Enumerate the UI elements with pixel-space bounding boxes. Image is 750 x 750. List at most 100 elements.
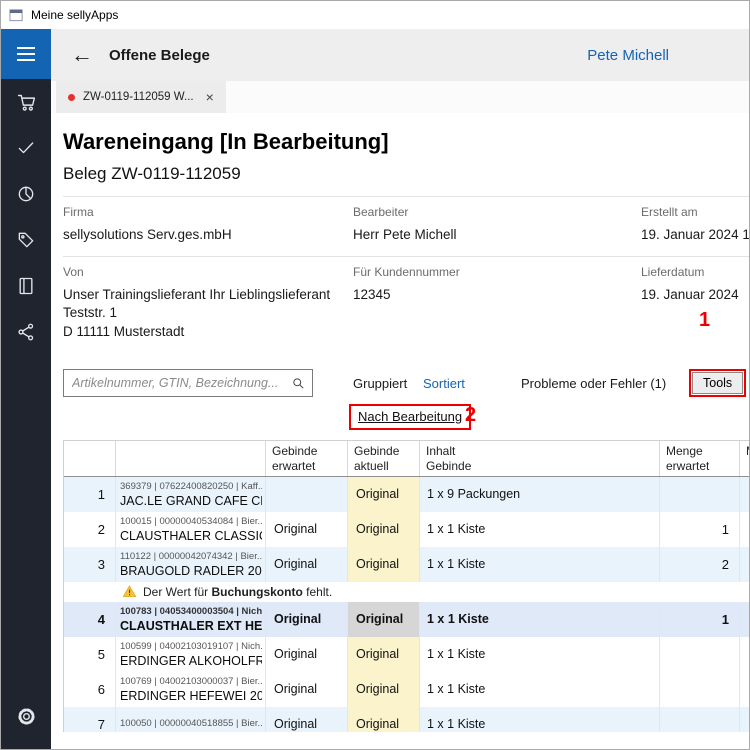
inhalt-cell: 1 x 1 Kiste — [420, 512, 660, 547]
annotation-step-2: 2 — [465, 404, 476, 427]
page-title: Offene Belege — [109, 47, 210, 64]
sidebar-item-reports[interactable] — [1, 171, 51, 217]
gebinde-aktuell-cell[interactable]: Original — [348, 637, 420, 672]
col-header-gebinde-erwartet[interactable]: Gebinde erwartet — [266, 441, 348, 476]
field-kundennummer: Für Kundennummer 12345 — [353, 265, 641, 341]
warning-text: Der Wert für Buchungskonto fehlt. — [143, 585, 332, 599]
article-cell: 100015 | 00000040534084 | Bier... CLAUST… — [116, 512, 266, 547]
menge-erwartet-cell — [660, 672, 740, 707]
hamburger-button[interactable] — [1, 29, 51, 79]
sidebar-item-tasks[interactable] — [1, 125, 51, 171]
gebinde-erwartet-cell: Original — [266, 672, 348, 707]
sidebar — [1, 29, 51, 750]
tab-close-button[interactable]: × — [206, 89, 214, 105]
article-meta: 100783 | 04053400003504 | Nich... — [120, 606, 262, 617]
menge-erwartet-cell — [660, 707, 740, 732]
menge-aktuell-cell — [740, 637, 749, 672]
field-von: Von Unser Trainingslieferant Ihr Lieblin… — [63, 265, 353, 341]
field-label: Lieferdatum — [641, 265, 749, 279]
menge-erwartet-cell — [660, 477, 740, 512]
user-link[interactable]: Pete Michell — [587, 47, 669, 64]
app-window: Meine sellyApps — [0, 0, 750, 750]
inhalt-cell: 1 x 1 Kiste — [420, 637, 660, 672]
table-row[interactable]: 6 100769 | 04002103000037 | Bier... ERDI… — [64, 672, 749, 707]
hamburger-icon — [17, 43, 35, 65]
table-header: Gebinde erwartet Gebinde aktuell Inhalt … — [64, 441, 749, 477]
article-name: BRAUGOLD RADLER 20X... — [120, 564, 262, 578]
menge-erwartet-cell — [660, 637, 740, 672]
field-value: sellysolutions Serv.ges.mbH — [63, 226, 353, 244]
gebinde-erwartet-cell — [266, 477, 348, 512]
sort-mode-link[interactable]: Nach Bearbeitung — [358, 409, 462, 424]
col-header-menge-erwartet[interactable]: Menge erwartet — [660, 441, 740, 476]
group-toggle[interactable]: Gruppiert — [353, 376, 407, 391]
menge-aktuell-cell — [740, 602, 749, 637]
sort-toggle[interactable]: Sortiert — [423, 376, 465, 391]
toolbar: Gruppiert Sortiert Probleme oder Fehler … — [63, 369, 749, 399]
sidebar-item-shopping[interactable] — [1, 79, 51, 125]
field-label: Von — [63, 265, 353, 279]
article-name: ERDINGER HEFEWEI 20X... — [120, 689, 262, 703]
article-name: CLAUSTHALER CLASSIC2... — [120, 529, 262, 543]
document-tab[interactable]: ZW-0119-112059 W... × — [56, 81, 226, 113]
article-cell: 100783 | 04053400003504 | Nich... CLAUST… — [116, 602, 266, 637]
gebinde-aktuell-cell[interactable]: Original — [348, 547, 420, 582]
field-bearbeiter: Bearbeiter Herr Pete Michell — [353, 205, 641, 244]
info-row-1: Firma sellysolutions Serv.ges.mbH Bearbe… — [63, 196, 749, 256]
field-value: 19. Januar 2024 11:2 — [641, 226, 749, 244]
window-title: Meine sellyApps — [31, 8, 118, 22]
sidebar-item-share[interactable] — [1, 309, 51, 355]
article-name: JAC.LE GRAND CAFE CRE... — [120, 494, 262, 508]
col-header-article — [116, 441, 266, 476]
gebinde-aktuell-cell[interactable]: Original — [348, 602, 420, 637]
pie-chart-icon — [16, 184, 36, 204]
warning-icon — [122, 584, 137, 599]
article-meta: 100769 | 04002103000037 | Bier... — [120, 676, 262, 687]
article-meta: 110122 | 00000042074342 | Bier... — [120, 551, 262, 562]
table-row[interactable]: 7 100050 | 00000040518855 | Bier... Orig… — [64, 707, 749, 732]
inhalt-cell: 1 x 9 Packungen — [420, 477, 660, 512]
table-row[interactable]: 5 100599 | 04002103019107 | Nich... ERDI… — [64, 637, 749, 672]
col-header-menge-aktuell[interactable]: M — [740, 441, 749, 476]
close-icon: × — [206, 89, 214, 105]
col-header-gebinde-aktuell[interactable]: Gebinde aktuell — [348, 441, 420, 476]
gebinde-aktuell-cell[interactable]: Original — [348, 672, 420, 707]
problems-filter[interactable]: Probleme oder Fehler (1) — [521, 376, 666, 391]
inhalt-cell: 1 x 1 Kiste — [420, 547, 660, 582]
row-number: 5 — [64, 637, 116, 672]
back-icon: ← — [71, 42, 93, 67]
back-button[interactable]: ← — [71, 44, 93, 66]
field-label: Für Kundennummer — [353, 265, 641, 279]
article-cell: 369379 | 07622400820250 | Kaff... JAC.LE… — [116, 477, 266, 512]
tools-button[interactable]: Tools — [692, 372, 743, 394]
field-value: Herr Pete Michell — [353, 226, 641, 244]
field-lieferdatum: Lieferdatum 19. Januar 2024 — [641, 265, 749, 341]
app-icon — [9, 8, 24, 23]
col-header-number — [64, 441, 116, 476]
article-cell: 100769 | 04002103000037 | Bier... ERDING… — [116, 672, 266, 707]
article-meta: 100015 | 00000040534084 | Bier... — [120, 516, 262, 527]
tab-strip: ZW-0119-112059 W... × — [51, 81, 749, 113]
field-value-line: D 11111 Musterstadt — [63, 323, 353, 341]
table-row[interactable]: 3 110122 | 00000042074342 | Bier... BRAU… — [64, 547, 749, 582]
table-row[interactable]: 2 100015 | 00000040534084 | Bier... CLAU… — [64, 512, 749, 547]
table-row-selected[interactable]: 4 100783 | 04053400003504 | Nich... CLAU… — [64, 602, 749, 637]
col-header-inhalt-gebinde[interactable]: Inhalt Gebinde — [420, 441, 660, 476]
table-row[interactable]: 1 369379 | 07622400820250 | Kaff... JAC.… — [64, 477, 749, 512]
gebinde-aktuell-cell[interactable]: Original — [348, 477, 420, 512]
gear-icon — [16, 706, 37, 727]
sidebar-item-prices[interactable] — [1, 217, 51, 263]
field-value-line: Unser Trainingslieferant Ihr Lieblingsli… — [63, 286, 353, 304]
annotation-box-sort-mode: Nach Bearbeitung — [349, 404, 471, 430]
inhalt-cell: 1 x 1 Kiste — [420, 672, 660, 707]
gebinde-aktuell-cell[interactable]: Original — [348, 707, 420, 732]
sidebar-item-settings[interactable] — [1, 693, 51, 739]
article-meta: 369379 | 07622400820250 | Kaff... — [120, 481, 262, 492]
field-firma: Firma sellysolutions Serv.ges.mbH — [63, 205, 353, 244]
row-number: 7 — [64, 707, 116, 732]
field-label: Bearbeiter — [353, 205, 641, 219]
search-input[interactable] — [63, 369, 313, 397]
menge-aktuell-cell — [740, 477, 749, 512]
sidebar-item-journal[interactable] — [1, 263, 51, 309]
gebinde-aktuell-cell[interactable]: Original — [348, 512, 420, 547]
